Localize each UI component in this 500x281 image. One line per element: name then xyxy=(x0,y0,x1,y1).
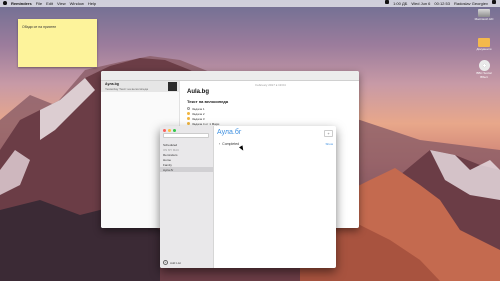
menu-edit[interactable]: Edit xyxy=(46,0,53,7)
checklist-text: Задача 3 xyxy=(192,116,205,121)
checkbox-icon[interactable] xyxy=(187,117,190,120)
note-date: February 2017 в 19:04 xyxy=(255,83,286,87)
desktop-icon-folder[interactable]: Документи xyxy=(474,38,494,51)
sidebar-item-reminders[interactable]: Reminders xyxy=(163,153,178,157)
checklist-text: Задача 2 xyxy=(192,111,205,116)
search-input[interactable] xyxy=(163,133,209,138)
menu-help[interactable]: Help xyxy=(88,0,96,7)
sidebar-item-aula[interactable]: Аула.бг xyxy=(163,168,173,172)
battery-status[interactable]: 1:00 ДБ xyxy=(393,0,407,7)
checkbox-icon[interactable] xyxy=(187,122,190,125)
note-checklist: Задача 1 Задача 2 Задача 3 Задача 4 от 1… xyxy=(187,106,219,126)
menu-app-name[interactable]: Reminders xyxy=(11,0,32,7)
menu-window[interactable]: Window xyxy=(70,0,84,7)
checklist-text: Задача 4 от 1 Мари xyxy=(192,121,220,126)
list-title: Аула.бг xyxy=(217,129,242,136)
desktop-icon-drive[interactable]: Macintosh HD xyxy=(474,9,494,21)
disc-icon xyxy=(478,60,490,71)
checkbox-icon[interactable] xyxy=(187,112,190,115)
menu-bar: Reminders File Edit View Window Help 1:0… xyxy=(0,0,500,7)
note-subheading: Текст на велосипеда xyxy=(187,99,229,104)
close-icon[interactable] xyxy=(163,129,166,132)
zoom-icon[interactable] xyxy=(173,129,176,132)
wifi-icon[interactable] xyxy=(385,0,390,4)
sidebar-item-home[interactable]: Home xyxy=(163,158,171,162)
menu-time[interactable]: 00:12:53 xyxy=(434,0,450,7)
desktop-icon-disc[interactable]: BBC Social Bffect xyxy=(474,60,494,79)
menu-file[interactable]: File xyxy=(36,0,42,7)
add-reminder-button[interactable]: + xyxy=(324,130,333,137)
completed-toggle[interactable]: › Completed xyxy=(219,142,239,146)
window-controls xyxy=(163,129,176,132)
minimize-icon[interactable] xyxy=(168,129,171,132)
add-list-label: Add List xyxy=(170,260,181,265)
reminders-sidebar: Scheduled ON MY MAC Reminders Home Famil… xyxy=(160,126,214,268)
sticky-note[interactable]: Обади се на приятел xyxy=(18,19,97,67)
hard-drive-icon xyxy=(478,9,490,17)
desktop-icon-label: Документи xyxy=(476,47,492,51)
folder-icon xyxy=(478,38,490,47)
plus-icon: + xyxy=(163,260,168,265)
search-icon[interactable] xyxy=(492,0,496,4)
sidebar-item-scheduled[interactable]: Scheduled xyxy=(163,143,177,147)
notes-toolbar xyxy=(101,71,359,81)
add-list-button[interactable]: + Add List xyxy=(163,260,181,265)
show-button[interactable]: Show xyxy=(325,142,333,146)
note-list-item[interactable]: Аула.bg Yesterday Текст на велосипеда xyxy=(101,81,179,92)
menu-user[interactable]: Radoslav Georgiev xyxy=(454,0,488,7)
desktop-icon-label: BBC Social Bffect xyxy=(476,71,492,79)
menu-view[interactable]: View xyxy=(57,0,66,7)
menu-date[interactable]: Wed Jun 6 xyxy=(411,0,430,7)
chevron-right-icon: › xyxy=(219,142,221,146)
desktop-icon-label: Macintosh HD xyxy=(474,17,494,21)
sticky-text: Обади се на приятел xyxy=(22,25,57,29)
note-thumbnail xyxy=(168,82,177,91)
reminders-main: Аула.бг + › Completed Show xyxy=(214,126,336,268)
note-subtitle: Yesterday Текст на велосипеда xyxy=(105,87,149,91)
note-heading: Aula.bg xyxy=(187,89,209,95)
completed-label: Completed xyxy=(222,142,240,146)
checkbox-icon[interactable] xyxy=(187,107,190,110)
checklist-text: Задача 1 xyxy=(192,106,205,111)
sidebar-section-heading: ON MY MAC xyxy=(163,148,180,152)
apple-icon[interactable] xyxy=(3,1,7,5)
note-title: Аула.bg xyxy=(105,82,119,86)
reminders-window[interactable]: Scheduled ON MY MAC Reminders Home Famil… xyxy=(160,126,336,268)
